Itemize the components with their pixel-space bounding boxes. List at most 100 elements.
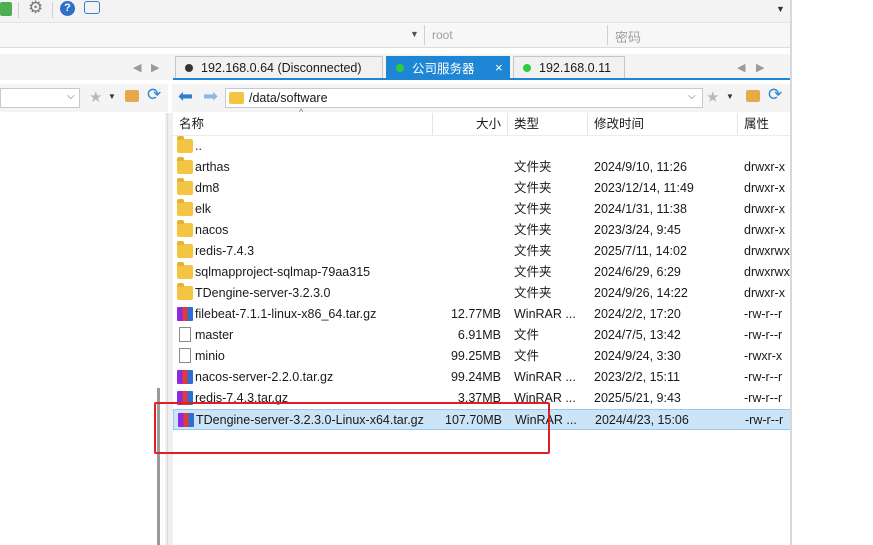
local-path-bar: ⌵ ★ ▼ ⟳: [0, 84, 168, 112]
file-name: master: [195, 328, 234, 342]
settings-gear-icon[interactable]: ⚙: [28, 0, 43, 18]
local-path-combo[interactable]: ⌵: [0, 88, 80, 108]
tab-scroll-right-icon[interactable]: ▶: [756, 61, 764, 74]
tab-session-disconnected[interactable]: 192.168.0.64 (Disconnected): [175, 56, 383, 78]
back-arrow-icon[interactable]: ⬅: [178, 86, 193, 107]
file-row[interactable]: dm8 文件夹 2023/12/14, 11:49 drwxr-x: [173, 178, 791, 199]
file-row[interactable]: TDengine-server-3.2.3.0 文件夹 2024/9/26, 14:…: [173, 283, 791, 304]
status-dot-icon: [396, 63, 404, 72]
file-icon: [179, 327, 191, 342]
column-header-mtime[interactable]: 修改时间: [588, 113, 738, 135]
file-type: 文件: [514, 349, 540, 363]
toolbar-divider: [18, 2, 19, 18]
file-mtime: 2024/9/24, 3:30: [594, 349, 681, 363]
panel-splitter[interactable]: [165, 113, 173, 545]
file-type: 文件夹: [514, 160, 552, 174]
file-name: TDengine-server-3.2.3.0: [195, 286, 331, 300]
file-size: 12.77MB: [450, 307, 501, 321]
file-type: 文件夹: [514, 286, 552, 300]
app-icon[interactable]: [0, 2, 12, 16]
folder-icon: [177, 262, 193, 279]
file-attr: -rw-r--r: [744, 307, 783, 321]
refresh-icon[interactable]: ⟳: [768, 85, 782, 105]
remote-path-combo[interactable]: /data/software ⌵: [225, 88, 703, 108]
folder-icon: [177, 199, 193, 216]
folder-icon: [177, 283, 193, 300]
chevron-down-icon[interactable]: ⌵: [67, 91, 75, 102]
local-file-panel[interactable]: [0, 113, 166, 545]
file-row[interactable]: arthas 文件夹 2024/9/10, 11:26 drwxr-x: [173, 157, 791, 178]
file-mtime: 2025/7/11, 14:02: [594, 244, 687, 258]
file-attr: drwxr-x: [744, 223, 785, 237]
file-mtime: 2024/1/31, 11:38: [594, 202, 687, 216]
file-attr: drwxr-x: [744, 181, 785, 195]
dropdown-arrow-icon[interactable]: ▼: [776, 4, 785, 14]
splitter-grip: [167, 113, 168, 545]
file-mtime: 2023/2/2, 15:11: [594, 370, 680, 384]
tab-close-icon[interactable]: ×: [495, 60, 503, 75]
forward-arrow-icon[interactable]: ➡: [203, 86, 218, 107]
folder-icon: [177, 220, 193, 237]
file-name: nacos: [195, 223, 229, 237]
chevron-down-icon[interactable]: ⌵: [688, 91, 696, 102]
tab-session-company-server[interactable]: 公司服务器 ×: [386, 56, 510, 78]
file-name: redis-7.4.3: [195, 244, 255, 258]
tab-label: 192.168.0.11: [539, 60, 612, 75]
file-attr: -rw-r--r: [744, 391, 783, 405]
file-list: .. arthas 文件夹 2024/9/10, 11:26 drwxr-x dm8 文件夹…: [173, 136, 791, 536]
file-row[interactable]: minio 99.25MB 文件 2024/9/24, 3:30 -rwxr-x: [173, 346, 791, 367]
file-attr: -rw-r--r: [744, 328, 783, 342]
file-row[interactable]: redis-7.4.3 文件夹 2025/7/11, 14:02 drwxrwx: [173, 241, 791, 262]
file-type: WinRAR ...: [514, 370, 576, 384]
bookmark-dropdown-icon[interactable]: ▼: [108, 92, 116, 101]
chat-icon[interactable]: [84, 1, 100, 14]
tab-scroll-left-icon[interactable]: ◀: [133, 61, 141, 74]
file-name: dm8: [195, 181, 220, 195]
bookmark-star-icon[interactable]: ★: [706, 88, 719, 106]
home-folder-icon[interactable]: [125, 90, 139, 102]
tab-session-192-168-0-11[interactable]: 192.168.0.11: [513, 56, 625, 78]
host-dropdown-icon[interactable]: ▼: [410, 29, 419, 39]
tab-scroll-right-icon[interactable]: ▶: [151, 61, 159, 74]
file-type: 文件夹: [514, 223, 552, 237]
file-type: 文件夹: [514, 202, 552, 216]
status-dot-icon: [523, 63, 531, 72]
column-header-attr[interactable]: 属性: [738, 113, 798, 135]
highlight-annotation-box: [154, 402, 550, 454]
tab-bar-accent-line: [173, 78, 790, 80]
file-mtime: 2024/4/23, 15:06: [595, 413, 689, 427]
file-row[interactable]: master 6.91MB 文件 2024/7/5, 13:42 -rw-r--r: [173, 325, 791, 346]
file-row[interactable]: ..: [173, 136, 791, 157]
file-mtime: 2024/6/29, 6:29: [594, 265, 681, 279]
bookmark-dropdown-icon[interactable]: ▼: [726, 92, 734, 101]
file-mtime: 2023/12/14, 11:49: [594, 181, 694, 195]
toolbar-divider: [52, 2, 53, 18]
top-toolbar: ⚙ ? ▼: [0, 0, 790, 23]
file-type: WinRAR ...: [514, 307, 576, 321]
file-type: 文件夹: [514, 244, 552, 258]
home-folder-icon[interactable]: [746, 90, 760, 102]
remote-path-bar: ⬅ ➡ /data/software ⌵ ★ ▼ ⟳: [172, 84, 790, 112]
tab-scroll-left-icon[interactable]: ◀: [737, 61, 745, 74]
username-field[interactable]: root: [432, 28, 453, 42]
file-attr: drwxr-x: [744, 160, 785, 174]
help-icon[interactable]: ?: [60, 1, 75, 16]
column-header-type[interactable]: 类型: [508, 113, 588, 135]
file-row[interactable]: sqlmapproject-sqlmap-79aa315 文件夹 2024/6/29…: [173, 262, 791, 283]
file-icon: [179, 348, 191, 363]
column-header-size[interactable]: 大小: [433, 113, 508, 135]
remote-path-value[interactable]: /data/software: [249, 91, 328, 105]
remote-file-panel[interactable]: 名称 ^ 大小 类型 修改时间 属性 .. arthas 文件夹 2024/9/10,…: [173, 107, 791, 545]
refresh-icon[interactable]: ⟳: [147, 85, 161, 105]
file-row[interactable]: nacos-server-2.2.0.tar.gz 99.24MB WinRAR .…: [173, 367, 791, 388]
archive-icon: [177, 370, 193, 384]
file-mtime: 2024/7/5, 13:42: [594, 328, 681, 342]
file-row[interactable]: filebeat-7.1.1-linux-x86_64.tar.gz 12.77M…: [173, 304, 791, 325]
password-field[interactable]: 密码: [615, 27, 641, 46]
file-type: 文件: [514, 328, 540, 342]
sort-ascending-icon: ^: [299, 107, 304, 117]
bookmark-star-icon[interactable]: ★: [89, 88, 102, 106]
file-row[interactable]: elk 文件夹 2024/1/31, 11:38 drwxr-x: [173, 199, 791, 220]
file-name: filebeat-7.1.1-linux-x86_64.tar.gz: [195, 307, 377, 321]
file-row[interactable]: nacos 文件夹 2023/3/24, 9:45 drwxr-x: [173, 220, 791, 241]
